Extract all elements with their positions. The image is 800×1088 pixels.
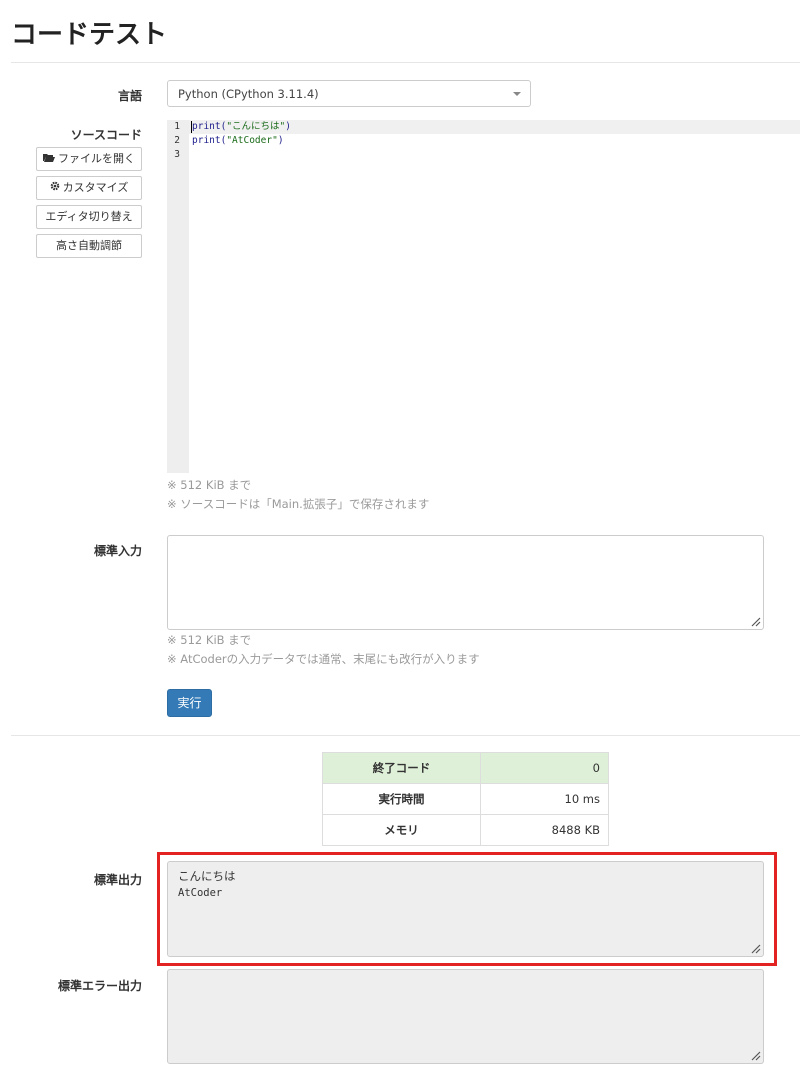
auto-height-button[interactable]: 高さ自動調節 [36, 234, 142, 258]
text-cursor [191, 121, 192, 133]
stdin-size-note: ※ 512 KiB まで [167, 633, 252, 647]
result-table: 終了コード 0 実行時間 10 ms メモリ 8488 KB [322, 752, 609, 846]
stdout-highlight-box [157, 852, 777, 966]
exit-code-label: 終了コード [322, 752, 481, 784]
open-file-button[interactable]: ファイルを開く [36, 147, 142, 171]
language-label: 言語 [117, 89, 142, 103]
stdout-label: 標準出力 [93, 873, 142, 887]
stdin-newline-note: ※ AtCoderの入力データでは通常、末尾にも改行が入ります [167, 652, 480, 666]
table-row: 実行時間 10 ms [322, 783, 609, 815]
customize-button[interactable]: カスタマイズ [36, 176, 142, 200]
divider [11, 62, 800, 63]
code-line: 3 [174, 149, 180, 160]
source-size-note: ※ 512 KiB まで [167, 478, 252, 492]
language-select[interactable]: Python (CPython 3.11.4) [167, 80, 531, 107]
code-line: 2 print("AtCoder") [174, 135, 284, 146]
stderr-label: 標準エラー出力 [57, 979, 142, 993]
source-code-label: ソースコード [70, 128, 142, 142]
exec-time-value: 10 ms [480, 783, 609, 815]
table-row: 終了コード 0 [322, 752, 609, 784]
run-button[interactable]: 実行 [167, 689, 212, 717]
source-filename-note: ※ ソースコードは「Main.拡張子」で保存されます [167, 497, 430, 511]
exit-code-value: 0 [480, 752, 609, 784]
resize-handle-icon[interactable] [749, 1049, 761, 1061]
exec-time-label: 実行時間 [322, 783, 481, 815]
memory-label: メモリ [322, 814, 481, 846]
gear-icon [50, 178, 60, 200]
page-title: コードテスト [11, 20, 168, 50]
divider [11, 735, 800, 736]
switch-editor-button[interactable]: エディタ切り替え [36, 205, 142, 229]
stdin-label: 標準入力 [93, 544, 142, 558]
folder-open-icon [43, 149, 55, 171]
line-number-gutter [167, 120, 189, 473]
resize-handle-icon[interactable] [749, 615, 761, 627]
language-selected-value: Python (CPython 3.11.4) [178, 87, 319, 101]
table-row: メモリ 8488 KB [322, 814, 609, 846]
stderr-textarea[interactable] [167, 969, 764, 1064]
chevron-down-icon [513, 92, 521, 96]
memory-value: 8488 KB [480, 814, 609, 846]
code-editor[interactable]: 1 print("こんにちは") 2 print("AtCoder") 3 [167, 120, 800, 473]
stdin-textarea[interactable] [167, 535, 764, 630]
code-line: 1 print("こんにちは") [174, 121, 292, 132]
